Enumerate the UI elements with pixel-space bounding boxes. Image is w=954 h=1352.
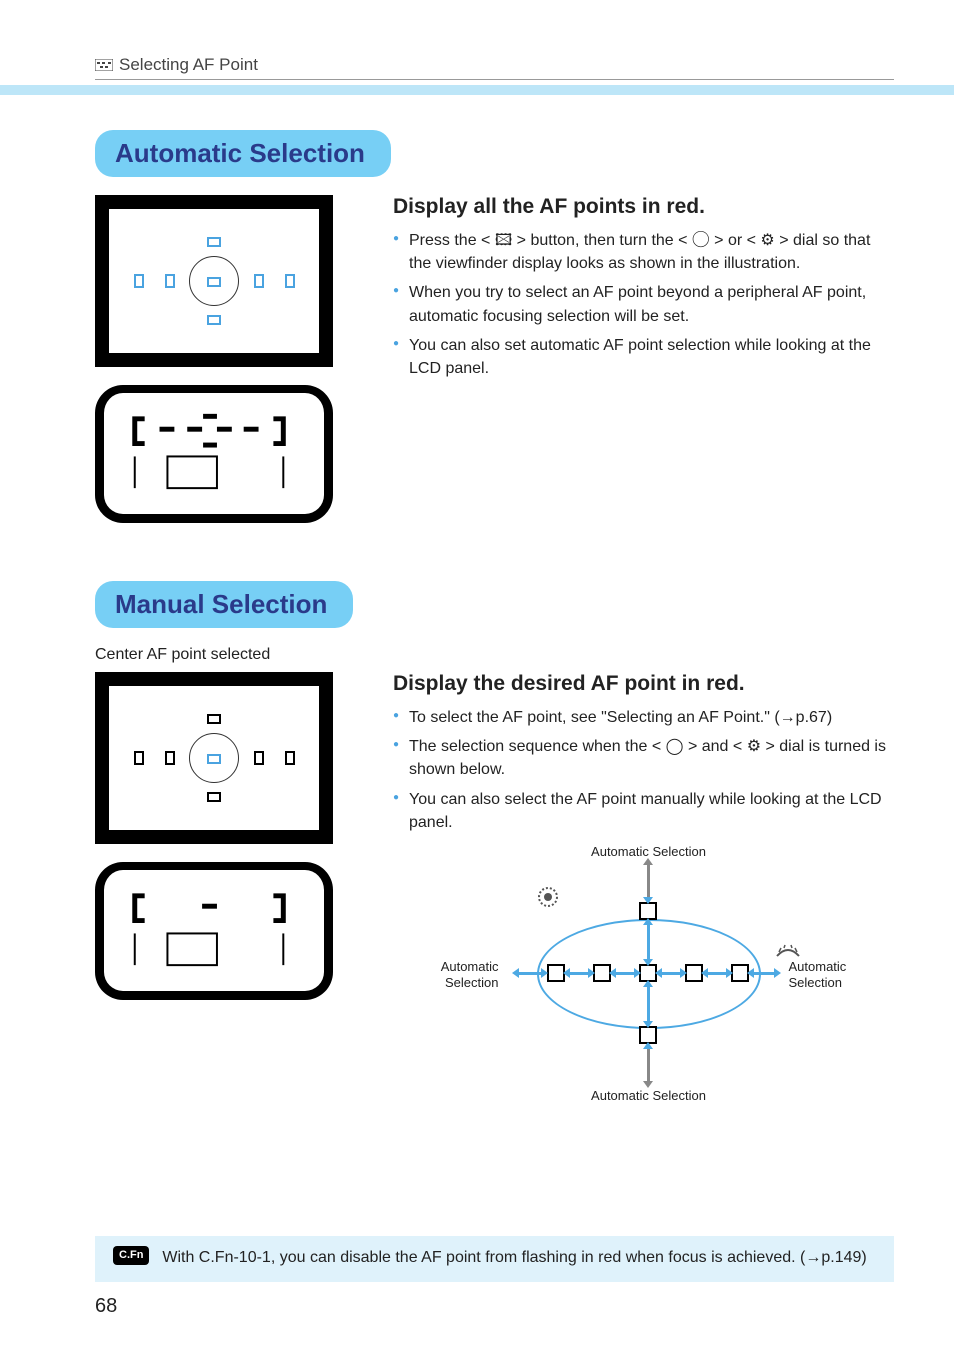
bullet-item: When you try to select an AF point beyon…	[393, 281, 894, 327]
section-heading-manual: Manual Selection	[95, 581, 353, 628]
auto-desc-heading: Display all the AF points in red.	[393, 195, 894, 219]
note-text: With C.Fn-10-1, you can disable the AF p…	[162, 1249, 866, 1266]
quick-control-dial-icon	[537, 886, 559, 908]
breadcrumb-text: Selecting AF Point	[119, 55, 258, 75]
af-area-icon	[95, 59, 113, 71]
bullet-item: Press the < 🖾 > button, then turn the < …	[393, 229, 894, 275]
main-dial-icon	[775, 942, 801, 960]
diagram-label-right: Automatic Selection	[789, 959, 859, 990]
viewfinder-illustration-auto	[95, 195, 333, 367]
bullet-item: The selection sequence when the < ◯ > an…	[393, 735, 894, 781]
manual-caption: Center AF point selected	[95, 646, 894, 664]
bullet-item: You can also set automatic AF point sele…	[393, 334, 894, 380]
page-number: 68	[95, 1295, 117, 1318]
cfn-badge: C.Fn	[113, 1246, 149, 1265]
lcd-illustration-auto	[95, 385, 333, 523]
section-heading-auto: Automatic Selection	[95, 130, 391, 177]
note-box: C.Fn With C.Fn-10-1, you can disable the…	[95, 1236, 894, 1282]
auto-bullet-list: Press the < 🖾 > button, then turn the < …	[393, 229, 894, 380]
diagram-label-left: Automatic Selection	[429, 959, 499, 990]
breadcrumb: Selecting AF Point	[95, 55, 894, 80]
manual-desc-heading: Display the desired AF point in red.	[393, 672, 894, 696]
manual-bullet-list: To select the AF point, see "Selecting a…	[393, 706, 894, 834]
header-accent-bar	[0, 85, 954, 95]
viewfinder-illustration-manual	[95, 672, 333, 844]
bullet-item: To select the AF point, see "Selecting a…	[393, 706, 894, 729]
diagram-label-bottom: Automatic Selection	[589, 1088, 709, 1104]
lcd-illustration-manual	[95, 862, 333, 1000]
selection-sequence-diagram: Automatic Selection Automatic Selection …	[429, 844, 859, 1104]
bullet-item: You can also select the AF point manuall…	[393, 788, 894, 834]
